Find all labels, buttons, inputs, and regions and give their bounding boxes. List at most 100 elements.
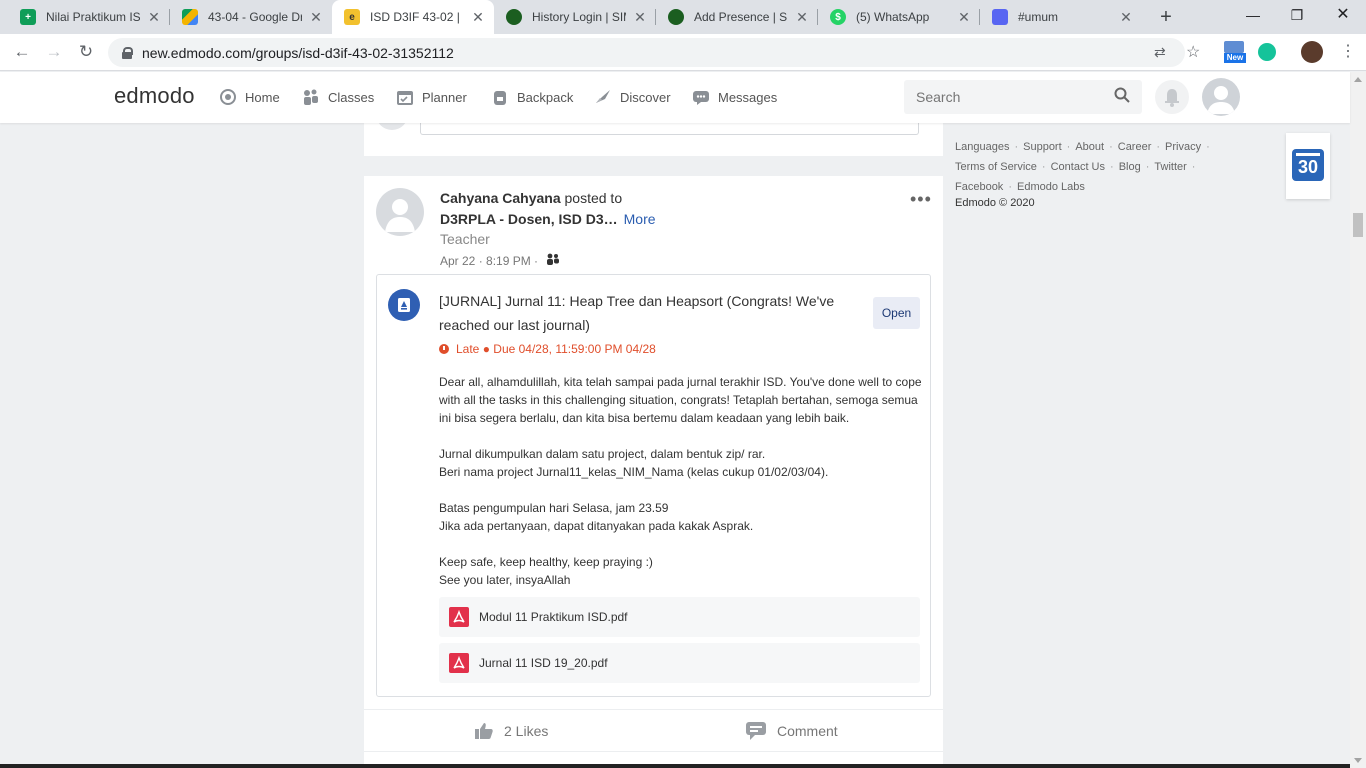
classes-icon: [302, 88, 320, 106]
back-icon[interactable]: ←: [10, 40, 34, 64]
close-tab-icon[interactable]: ✕: [470, 9, 486, 26]
close-tab-icon[interactable]: ✕: [308, 9, 324, 26]
browser-tab-active[interactable]: e ISD D3IF 43-02 | Edmodo ✕: [332, 0, 494, 34]
translate-icon[interactable]: ⇄: [1154, 38, 1166, 67]
minimize-icon[interactable]: —: [1230, 0, 1276, 32]
link-support[interactable]: Support: [1023, 141, 1062, 153]
link-privacy[interactable]: Privacy: [1165, 141, 1201, 153]
close-tab-icon[interactable]: ✕: [1118, 9, 1134, 26]
close-tab-icon[interactable]: ✕: [956, 9, 972, 26]
calendar-widget[interactable]: 30: [1286, 133, 1330, 199]
like-button[interactable]: 2 Likes: [474, 720, 548, 742]
audience-icon: [546, 252, 560, 269]
browser-tab[interactable]: History Login | SIMAK ✕: [494, 0, 656, 34]
description-line: Jurnal dikumpulkan dalam satu project, d…: [439, 447, 766, 461]
page-scrollbar[interactable]: [1350, 72, 1366, 768]
link-about[interactable]: About: [1075, 141, 1104, 153]
open-assignment-button[interactable]: Open: [873, 297, 920, 329]
post-footer: 2 Likes Comment: [364, 709, 943, 752]
nav-home[interactable]: Home: [219, 86, 280, 108]
nav-discover[interactable]: Discover: [594, 86, 671, 108]
assignment-title[interactable]: [JURNAL] Jurnal 11: Heap Tree dan Heapso…: [439, 289, 859, 337]
tab-title: Nilai Praktikum ISD: [46, 10, 140, 24]
scrollbar-thumb[interactable]: [1353, 213, 1363, 237]
edmodo-logo[interactable]: edmodo: [114, 83, 195, 109]
post-card: Cahyana Cahyana posted to D3RPLA - Dosen…: [364, 176, 943, 768]
grammarly-icon[interactable]: [1258, 43, 1276, 61]
tab-title: Add Presence | SIMAK: [694, 10, 788, 24]
link-contact[interactable]: Contact Us: [1051, 161, 1105, 173]
search-input[interactable]: [916, 89, 1114, 105]
more-groups-link[interactable]: More: [624, 211, 656, 227]
browser-tab[interactable]: Add Presence | SIMAK ✕: [656, 0, 818, 34]
likes-count: 2 Likes: [504, 723, 549, 739]
clock-icon: [439, 344, 449, 354]
close-tab-icon[interactable]: ✕: [794, 9, 810, 26]
attachment-name: Jurnal 11 ISD 19_20.pdf: [479, 656, 608, 670]
link-edmodo-labs[interactable]: Edmodo Labs: [1017, 181, 1085, 193]
close-tab-icon[interactable]: ✕: [146, 9, 162, 26]
browser-tab[interactable]: + Nilai Praktikum ISD ✕: [8, 0, 170, 34]
link-blog[interactable]: Blog: [1119, 161, 1141, 173]
author-name[interactable]: Cahyana Cahyana: [440, 190, 561, 206]
restore-icon[interactable]: ❐: [1274, 0, 1320, 32]
search-icon[interactable]: [1114, 87, 1130, 108]
url-text: new.edmodo.com/groups/isd-d3if-43-02-313…: [142, 44, 454, 61]
description-line: Beri nama project Jurnal11_kelas_NIM_Nam…: [439, 465, 829, 479]
lock-icon: [122, 46, 133, 59]
link-languages[interactable]: Languages: [955, 141, 1009, 153]
browser-tab[interactable]: #umum ✕: [980, 0, 1142, 34]
menu-icon[interactable]: ⋮: [1340, 43, 1356, 65]
browser-tab[interactable]: $ (5) WhatsApp ✕: [818, 0, 980, 34]
edmodo-header: edmodo Home Classes Planner Backpack Dis…: [0, 72, 1350, 123]
link-twitter[interactable]: Twitter: [1154, 161, 1186, 173]
user-avatar[interactable]: [1202, 78, 1240, 116]
nav-backpack[interactable]: Backpack: [491, 86, 573, 108]
profile-avatar[interactable]: [1301, 41, 1323, 63]
address-bar[interactable]: new.edmodo.com/groups/isd-d3if-43-02-313…: [108, 38, 1200, 67]
comment-icon: [745, 721, 767, 741]
author-avatar[interactable]: [376, 188, 424, 236]
nav-planner[interactable]: Planner: [396, 86, 467, 108]
browser-toolbar: ← → ↻ new.edmodo.com/groups/isd-d3if-43-…: [0, 34, 1366, 71]
link-facebook[interactable]: Facebook: [955, 181, 1003, 193]
extension-new-icon[interactable]: New: [1224, 41, 1246, 63]
search-box: [904, 80, 1142, 114]
attachment-file[interactable]: Jurnal 11 ISD 19_20.pdf: [439, 643, 920, 683]
group-names[interactable]: D3RPLA - Dosen, ISD D3…: [440, 211, 618, 227]
nav-classes[interactable]: Classes: [302, 86, 374, 108]
assignment-card: [JURNAL] Jurnal 11: Heap Tree dan Heapso…: [376, 274, 931, 697]
due-date-text: Late ● Due 04/28, 11:59:00 PM 04/28: [456, 342, 656, 356]
attachment-file[interactable]: Modul 11 Praktikum ISD.pdf: [439, 597, 920, 637]
notifications-bell-icon[interactable]: [1155, 80, 1189, 114]
messages-icon: [692, 88, 710, 106]
description-line: [439, 481, 923, 499]
nav-label: Discover: [620, 89, 671, 105]
nav-label: Messages: [718, 89, 778, 105]
nav-label: Home: [245, 89, 280, 105]
description-line: Batas pengumpulan hari Selasa, jam 23.59: [439, 501, 669, 515]
browser-tab[interactable]: 43-04 - Google Drive ✕: [170, 0, 332, 34]
close-tab-icon[interactable]: ✕: [632, 9, 648, 26]
late-status: Late ● Due 04/28, 11:59:00 PM 04/28: [439, 342, 656, 356]
edmodo-icon: e: [344, 9, 360, 25]
description-line: [439, 535, 923, 553]
description-line: Dear all, alhamdulillah, kita telah samp…: [439, 375, 922, 425]
new-tab-button[interactable]: +: [1154, 5, 1178, 29]
reload-icon[interactable]: ↻: [74, 40, 98, 64]
discord-icon: [992, 9, 1008, 25]
link-career[interactable]: Career: [1118, 141, 1152, 153]
link-terms[interactable]: Terms of Service: [955, 161, 1037, 173]
nav-messages[interactable]: Messages: [692, 86, 777, 108]
scroll-up-icon[interactable]: [1354, 77, 1362, 82]
bookmark-star-icon[interactable]: ☆: [1186, 38, 1200, 67]
forward-icon[interactable]: →: [42, 40, 66, 64]
comment-button[interactable]: Comment: [745, 720, 838, 742]
simak-icon: [668, 9, 684, 25]
post-groups: D3RPLA - Dosen, ISD D3… More: [440, 211, 656, 227]
post-meta: Apr 22 · 8:19 PM ·: [440, 252, 560, 269]
close-window-icon[interactable]: ✕: [1320, 0, 1366, 32]
scroll-down-icon[interactable]: [1354, 758, 1362, 763]
drive-icon: [182, 9, 198, 25]
post-options-icon[interactable]: •••: [910, 190, 932, 208]
